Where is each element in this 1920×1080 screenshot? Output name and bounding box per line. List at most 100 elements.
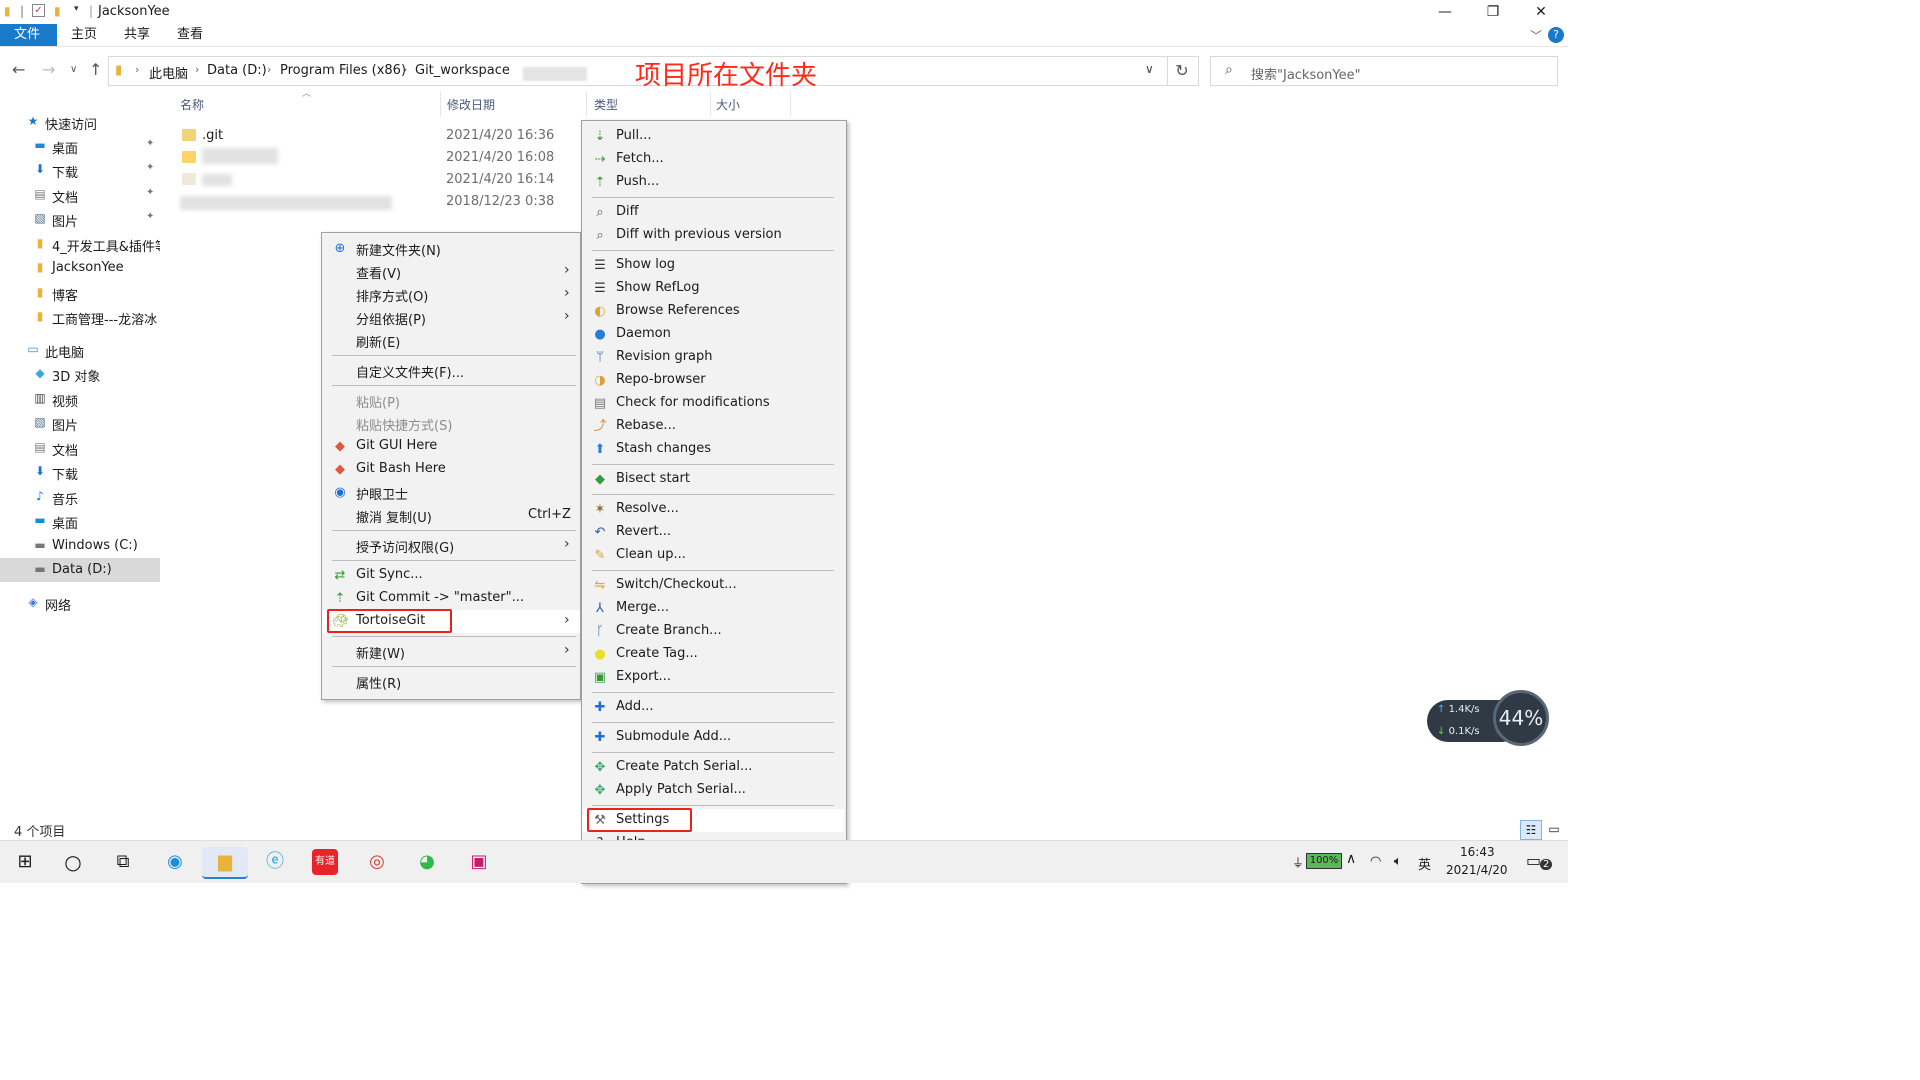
- menu-item[interactable]: 撤消 复制(U) Ctrl+Z: [322, 504, 580, 527]
- nav-item[interactable]: ◆ 3D 对象: [0, 362, 160, 386]
- menu-item[interactable]: ⬆ Stash changes: [582, 438, 844, 461]
- menu-item[interactable]: ᛘ Revision graph: [582, 346, 844, 369]
- chevron-down-icon[interactable]: ﹀: [1530, 27, 1542, 44]
- nav-item[interactable]: ★ 快速访问: [0, 110, 160, 134]
- chevron-up-icon[interactable]: ∧: [1346, 851, 1356, 867]
- power-plug-icon[interactable]: ⏚: [1292, 854, 1304, 871]
- ie-browser-icon[interactable]: ⓔ: [260, 847, 290, 877]
- nav-item[interactable]: ▬ 桌面: [0, 509, 160, 533]
- menu-item[interactable]: ⌕ Diff with previous version: [582, 224, 844, 247]
- menu-item[interactable]: ◉ 护眼卫士: [322, 481, 580, 504]
- properties-icon[interactable]: ✓: [32, 4, 45, 17]
- task-view-icon[interactable]: ⧉: [108, 847, 138, 877]
- menu-item[interactable]: ☰ Show RefLog: [582, 277, 844, 300]
- nav-item[interactable]: ▤ 文档 ✦: [0, 183, 160, 207]
- menu-item[interactable]: ✚ Submodule Add...: [582, 726, 844, 749]
- menu-item[interactable]: ⇄ Git Sync...: [322, 564, 580, 587]
- menu-item[interactable]: ● Create Tag...: [582, 643, 844, 666]
- clock-date[interactable]: 2021/4/20: [1446, 863, 1508, 877]
- menu-item[interactable]: 🐢︎ TortoiseGit ›: [322, 609, 580, 633]
- menu-item[interactable]: 分组依据(P) ›: [322, 306, 580, 329]
- input-method-indicator[interactable]: 英: [1418, 854, 1431, 873]
- column-divider[interactable]: [440, 92, 441, 116]
- file-row[interactable]: 2018/12/23 0:38: [180, 192, 580, 214]
- nav-item[interactable]: ▬ Data (D:): [0, 558, 160, 582]
- menu-item[interactable]: ⇡ Push...: [582, 171, 844, 194]
- nav-item[interactable]: ▬ 桌面 ✦: [0, 134, 160, 158]
- network-speed-widget[interactable]: ↑ 1.4K/s ↓ 0.1K/s 44%: [1427, 690, 1549, 746]
- menu-item[interactable]: ● Daemon: [582, 323, 844, 346]
- menu-item[interactable]: ☰ Show log: [582, 254, 844, 277]
- menu-item[interactable]: ✶ Resolve...: [582, 498, 844, 521]
- nav-item[interactable]: ▮ 4_开发工具&插件等: [0, 232, 160, 256]
- windows-start-icon[interactable]: ⊞: [10, 847, 40, 877]
- file-row[interactable]: 2021/4/20 16:08: [180, 148, 580, 170]
- column-header-name[interactable]: 名称: [180, 96, 204, 113]
- menu-item[interactable]: ⇋ Switch/Checkout...: [582, 574, 844, 597]
- column-divider[interactable]: [586, 92, 587, 116]
- menu-item[interactable]: ✚ Add...: [582, 696, 844, 719]
- menu-item[interactable]: 新建(W) ›: [322, 640, 580, 663]
- recent-locations-icon[interactable]: ∨: [70, 64, 77, 75]
- menu-item[interactable]: ⇡ Git Commit -> "master"...: [322, 587, 580, 610]
- menu-item[interactable]: 查看(V) ›: [322, 260, 580, 283]
- minimize-button[interactable]: —: [1422, 0, 1468, 24]
- chrome-icon[interactable]: ◎: [362, 847, 392, 877]
- tab-home[interactable]: 主页: [57, 24, 111, 46]
- volume-icon[interactable]: 🔈︎: [1394, 854, 1402, 869]
- menu-item[interactable]: ⌕ Diff: [582, 201, 844, 224]
- nav-item[interactable]: ▮ 博客: [0, 281, 160, 305]
- menu-item[interactable]: ⤴ Rebase...: [582, 415, 844, 438]
- nav-item[interactable]: ◈ 网络: [0, 591, 160, 615]
- menu-item[interactable]: ᚴ Create Branch...: [582, 620, 844, 643]
- edge-icon[interactable]: ◉: [160, 847, 190, 877]
- column-header-size[interactable]: 大小: [716, 96, 740, 113]
- back-arrow-icon[interactable]: ←: [12, 60, 25, 79]
- nav-item[interactable]: ▤ 文档: [0, 436, 160, 460]
- menu-item[interactable]: ↶ Revert...: [582, 521, 844, 544]
- pin-icon[interactable]: ✦: [146, 187, 154, 198]
- menu-item[interactable]: 属性(R): [322, 670, 580, 693]
- refresh-button[interactable]: ↻: [1166, 56, 1199, 86]
- help-icon[interactable]: ?: [1548, 27, 1564, 43]
- nav-item[interactable]: ⬇ 下载 ✦: [0, 158, 160, 182]
- wifi-icon[interactable]: ◠: [1370, 854, 1381, 869]
- large-icons-view-icon[interactable]: ▭: [1544, 820, 1564, 838]
- nav-item[interactable]: ▥ 视频: [0, 387, 160, 411]
- chevron-right-icon[interactable]: ›: [135, 63, 139, 76]
- breadcrumb-data-d[interactable]: Data (D:): [207, 63, 267, 78]
- chevron-right-icon[interactable]: ›: [403, 63, 407, 76]
- menu-item[interactable]: 自定义文件夹(F)...: [322, 359, 580, 382]
- file-explorer-icon[interactable]: ▆: [202, 847, 248, 879]
- up-arrow-icon[interactable]: ↑: [89, 60, 102, 79]
- menu-item[interactable]: ⚒ Settings: [582, 808, 844, 832]
- nav-item[interactable]: ▧ 图片 ✦: [0, 207, 160, 231]
- menu-item[interactable]: ◐ Browse References: [582, 300, 844, 323]
- close-button[interactable]: ✕: [1518, 0, 1564, 24]
- clock-time[interactable]: 16:43: [1460, 845, 1495, 859]
- new-folder-icon[interactable]: ▮: [54, 4, 61, 18]
- pin-icon[interactable]: ✦: [146, 211, 154, 222]
- menu-item[interactable]: ◑ Repo-browser: [582, 369, 844, 392]
- battery-indicator[interactable]: 100%: [1306, 853, 1342, 869]
- breadcrumb-git-workspace[interactable]: Git_workspace: [415, 63, 510, 78]
- pin-icon[interactable]: ✦: [146, 162, 154, 173]
- column-header-type[interactable]: 类型: [594, 96, 618, 113]
- menu-item[interactable]: ◆ Bisect start: [582, 468, 844, 491]
- nav-item[interactable]: ▬ Windows (C:): [0, 534, 160, 558]
- intellij-icon[interactable]: ▣: [464, 847, 494, 877]
- column-header-date[interactable]: 修改日期: [447, 96, 495, 113]
- menu-item[interactable]: ✎ Clean up...: [582, 544, 844, 567]
- nav-item[interactable]: ▧ 图片: [0, 411, 160, 435]
- chevron-down-icon[interactable]: ∨: [1145, 62, 1154, 76]
- chevron-right-icon[interactable]: ›: [267, 63, 271, 76]
- file-row[interactable]: .git 2021/4/20 16:36: [180, 126, 580, 148]
- wechat-icon[interactable]: ◕: [412, 847, 442, 877]
- menu-item[interactable]: ⊕ 新建文件夹(N): [322, 237, 580, 260]
- address-bar[interactable]: ▮ › 此电脑 › Data (D:) › Program Files (x86…: [108, 56, 1168, 91]
- notification-icon[interactable]: ▭ 2: [1526, 851, 1553, 870]
- pin-icon[interactable]: ✦: [146, 138, 154, 149]
- menu-item[interactable]: ▣ Export...: [582, 666, 844, 689]
- tab-view[interactable]: 查看: [163, 24, 217, 46]
- nav-item[interactable]: ▭ 此电脑: [0, 338, 160, 362]
